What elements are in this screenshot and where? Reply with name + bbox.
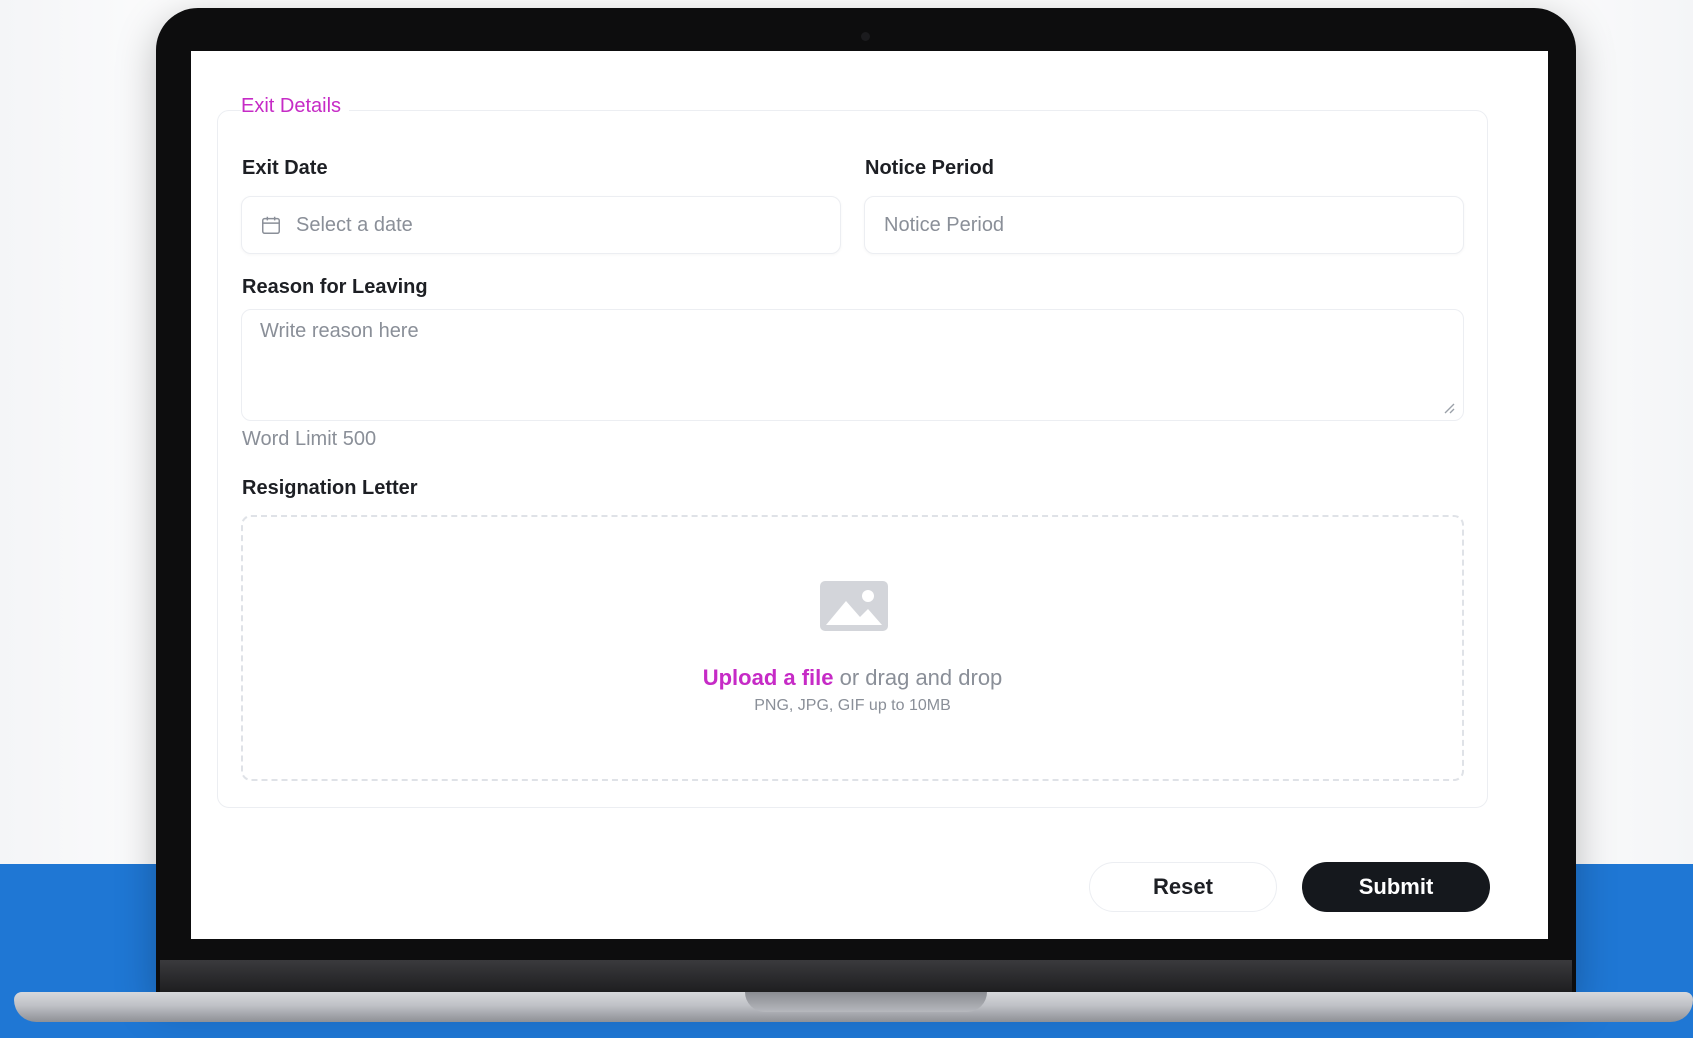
word-limit-hint: Word Limit 500 xyxy=(242,428,377,450)
reset-button[interactable]: Reset xyxy=(1089,862,1277,912)
submit-button[interactable]: Submit xyxy=(1302,862,1490,912)
file-dropzone[interactable]: Upload a file or drag and drop PNG, JPG,… xyxy=(241,515,1464,781)
reason-label: Reason for Leaving xyxy=(242,276,428,298)
reason-textarea[interactable]: Write reason here xyxy=(241,309,1464,421)
notice-period-label: Notice Period xyxy=(865,157,994,179)
webcam-dot xyxy=(861,32,870,41)
exit-date-label: Exit Date xyxy=(242,157,328,179)
drag-drop-text: or drag and drop xyxy=(839,665,1003,690)
notice-period-placeholder: Notice Period xyxy=(884,213,1005,236)
resignation-letter-label: Resignation Letter xyxy=(242,477,418,499)
reason-placeholder: Write reason here xyxy=(260,320,419,342)
laptop-base-notch xyxy=(745,992,987,1012)
upload-instructions: Upload a file or drag and drop xyxy=(243,665,1462,691)
upload-file-link[interactable]: Upload a file xyxy=(703,665,834,690)
exit-date-placeholder: Select a date xyxy=(296,213,413,236)
upload-file-types: PNG, JPG, GIF up to 10MB xyxy=(754,697,951,714)
notice-period-input[interactable]: Notice Period xyxy=(864,196,1464,254)
calendar-icon xyxy=(262,216,280,234)
resize-handle-icon[interactable] xyxy=(1443,402,1455,414)
laptop-hinge xyxy=(160,960,1572,992)
section-title: Exit Details xyxy=(241,95,350,118)
laptop-screen: Exit Details Exit Date Select a date Not… xyxy=(191,51,1548,939)
exit-date-picker[interactable]: Select a date xyxy=(241,196,841,254)
image-placeholder-icon xyxy=(820,581,888,631)
